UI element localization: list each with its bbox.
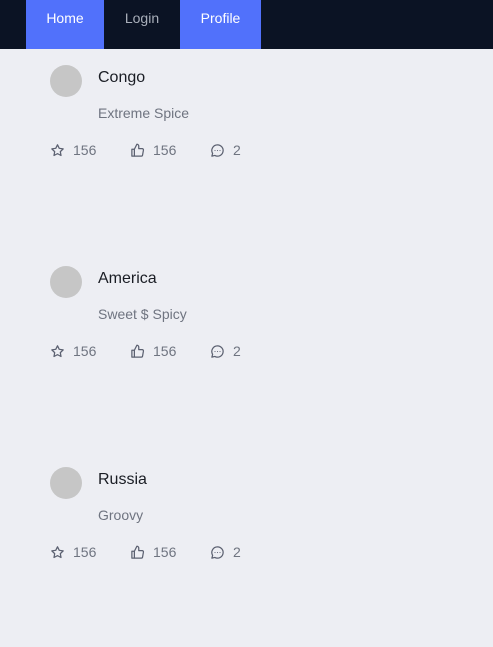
post-card: America Sweet $ Spicy 156 156 2 <box>50 266 310 376</box>
top-navbar: Home Login Profile <box>0 0 493 49</box>
comment-icon <box>211 143 224 157</box>
like-stat[interactable]: 156 <box>130 141 176 159</box>
card-subtitle: Extreme Spice <box>98 105 190 121</box>
comment-stat[interactable]: 2 <box>210 141 241 159</box>
star-icon <box>51 545 64 558</box>
avatar <box>50 467 82 499</box>
post-card: Congo Extreme Spice 156 156 2 <box>50 65 310 175</box>
like-count: 156 <box>153 343 177 359</box>
avatar <box>50 65 82 97</box>
thumbs-up-icon <box>131 143 145 157</box>
star-stat[interactable]: 156 <box>50 342 96 360</box>
star-icon <box>51 344 64 357</box>
nav-home-link[interactable]: Home <box>26 0 104 49</box>
thumbs-up-icon <box>131 545 145 559</box>
thumbs-up-icon <box>131 344 145 358</box>
star-count: 156 <box>73 544 97 560</box>
comment-count: 2 <box>233 142 241 158</box>
post-card: Russia Groovy 156 156 2 <box>50 467 310 577</box>
like-count: 156 <box>153 544 177 560</box>
comment-icon <box>211 344 224 358</box>
comment-stat[interactable]: 2 <box>210 342 241 360</box>
card-title[interactable]: Russia <box>98 470 147 490</box>
card-title[interactable]: America <box>98 269 157 289</box>
star-count: 156 <box>73 142 97 158</box>
like-stat[interactable]: 156 <box>130 543 176 561</box>
comment-stat[interactable]: 2 <box>210 543 241 561</box>
like-stat[interactable]: 156 <box>130 342 176 360</box>
like-count: 156 <box>153 142 177 158</box>
star-stat[interactable]: 156 <box>50 141 96 159</box>
star-icon <box>51 143 64 156</box>
avatar <box>50 266 82 298</box>
star-count: 156 <box>73 343 97 359</box>
card-title[interactable]: Congo <box>98 68 145 88</box>
nav-login-link[interactable]: Login <box>104 0 180 49</box>
comment-icon <box>211 545 224 559</box>
star-stat[interactable]: 156 <box>50 543 96 561</box>
comment-count: 2 <box>233 343 241 359</box>
card-subtitle: Groovy <box>98 507 144 523</box>
card-subtitle: Sweet $ Spicy <box>98 306 187 322</box>
comment-count: 2 <box>233 544 241 560</box>
nav-profile-link[interactable]: Profile <box>180 0 261 49</box>
